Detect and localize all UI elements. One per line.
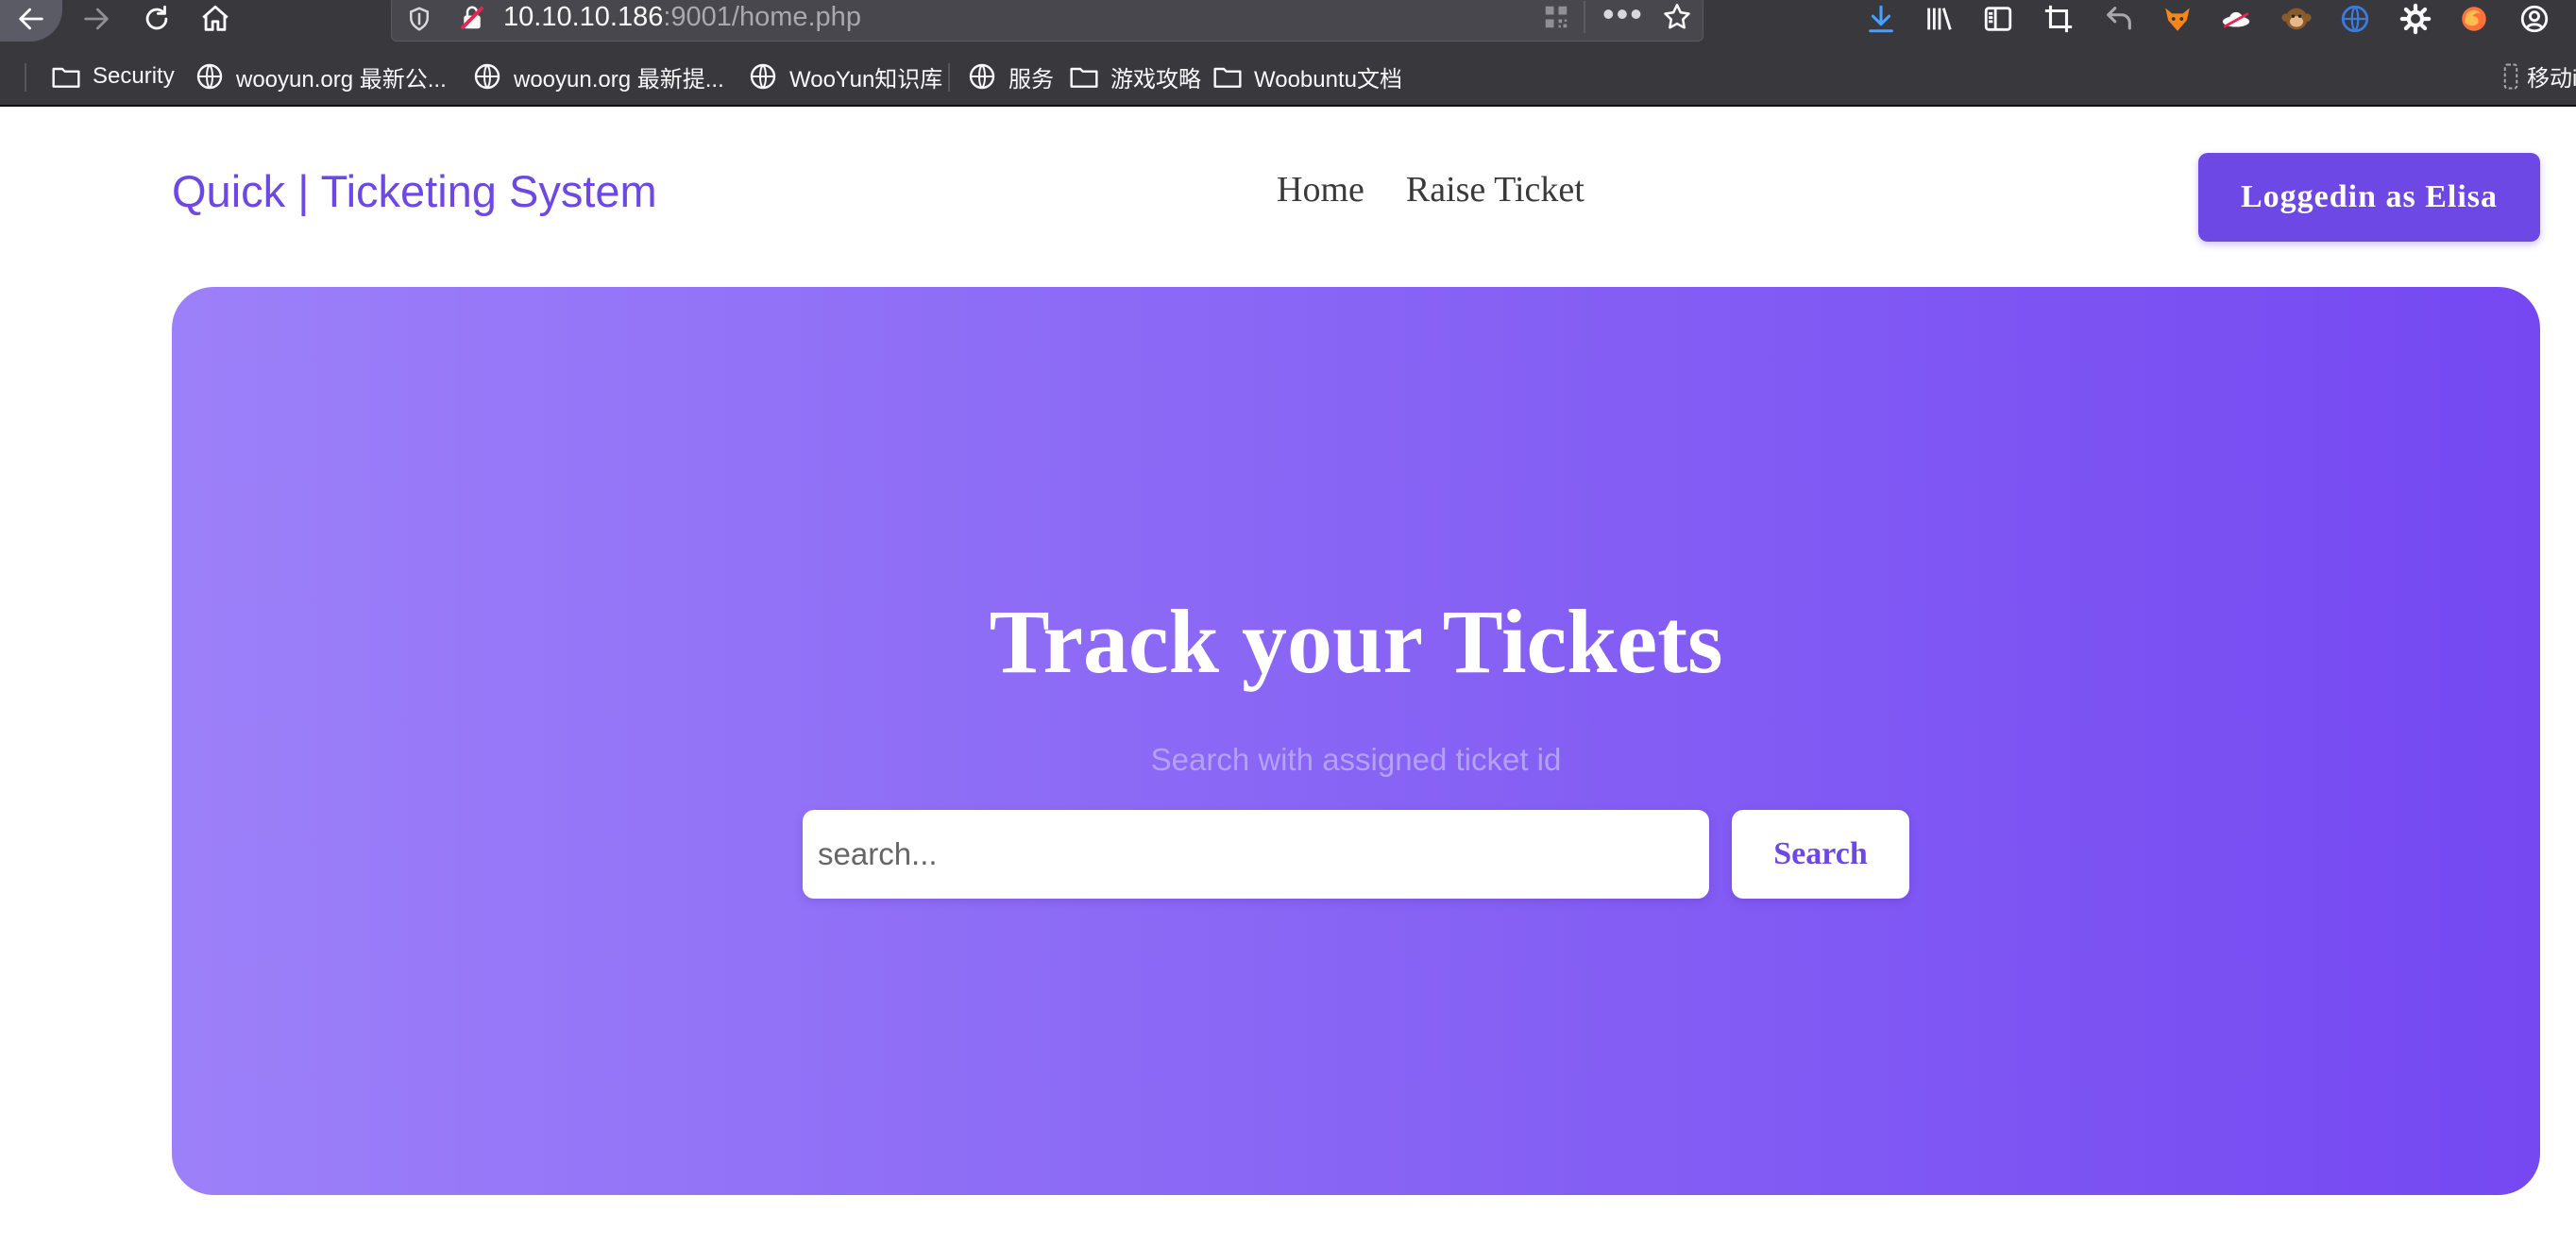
qr-code-icon[interactable] [1542, 3, 1570, 31]
globe-icon [196, 63, 223, 90]
hero-banner: Track your Tickets Search with assigned … [172, 287, 2540, 1195]
home-icon [202, 5, 229, 31]
account-icon[interactable] [2517, 2, 2551, 36]
bookmark-folder-security[interactable]: Security [51, 59, 175, 93]
globe-extension-icon[interactable] [2338, 2, 2372, 36]
ticket-search-input[interactable] [803, 810, 1709, 899]
back-icon [19, 8, 43, 30]
forward-button[interactable] [70, 0, 123, 38]
bookmark-label: wooyun.org 最新公... [236, 66, 447, 93]
sidebar-icon[interactable] [1981, 2, 2015, 36]
firefox-extension-icon[interactable] [2457, 2, 2491, 36]
monkey-extension-icon[interactable] [2279, 2, 2313, 36]
gear-icon[interactable] [2398, 2, 2432, 36]
bookmarks-divider [948, 63, 950, 92]
browser-toolbar: 10.10.10.186:9001/home.php ••• [0, 0, 2576, 46]
bookmark-folder-games[interactable]: 游戏攻略 [1069, 59, 1201, 93]
bookmark-label: 游戏攻略 [1110, 66, 1201, 93]
folder-icon [52, 67, 80, 88]
download-icon[interactable] [1864, 2, 1898, 36]
bookmark-wooyun-kb[interactable]: WooYun知识库 [748, 59, 942, 93]
nav-raise-ticket[interactable]: Raise Ticket [1406, 169, 1585, 210]
reload-button[interactable] [130, 0, 183, 38]
page-content: Quick | Ticketing System Home Raise Tick… [0, 109, 2576, 1246]
folder-icon [1213, 67, 1242, 88]
bookmark-label: WooYun知识库 [789, 66, 943, 93]
hero-subtitle: Search with assigned ticket id [1150, 742, 1562, 777]
undo-icon[interactable] [2102, 2, 2136, 36]
nav-home[interactable]: Home [1277, 169, 1364, 210]
ufo-extension-icon[interactable] [2219, 2, 2253, 36]
bookmark-wooyun-2[interactable]: wooyun.org 最新提... [472, 59, 724, 93]
bookmark-label: wooyun.org 最新提... [514, 66, 724, 93]
url-divider [1584, 1, 1585, 33]
logged-in-user-button[interactable]: Loggedin as Elisa [2198, 153, 2540, 242]
reload-icon [145, 5, 168, 30]
url-path: :9001/home.php [663, 2, 861, 32]
site-brand[interactable]: Quick | Ticketing System [172, 165, 657, 217]
globe-icon [969, 63, 995, 90]
search-button[interactable]: Search [1732, 810, 1909, 899]
globe-icon [750, 63, 776, 90]
bookmark-services[interactable]: 服务 [967, 59, 1054, 93]
fox-extension-icon[interactable] [2161, 2, 2195, 36]
bookmark-star-icon[interactable] [1661, 1, 1693, 33]
bookmark-label: Woobuntu文档 [1254, 66, 1402, 93]
crop-icon[interactable] [2042, 2, 2076, 36]
forward-icon [84, 8, 109, 30]
mobile-bookmarks[interactable]: 移动i [2502, 59, 2576, 93]
bookmark-label: 服务 [1008, 66, 1054, 93]
library-icon[interactable] [1923, 2, 1957, 36]
insecure-lock-icon[interactable] [458, 3, 486, 33]
bookmark-folder-woobuntu[interactable]: Woobuntu文档 [1212, 59, 1402, 93]
url-bar[interactable]: 10.10.10.186:9001/home.php ••• [391, 0, 1703, 42]
bookmarks-toolbar: Security wooyun.org 最新公... wooyun.org 最新… [0, 46, 2576, 107]
shield-icon[interactable] [405, 5, 433, 33]
url-host: 10.10.10.186 [503, 2, 664, 32]
hero-title: Track your Tickets [989, 591, 1723, 692]
url-text[interactable]: 10.10.10.186:9001/home.php [503, 1, 861, 33]
main-nav: Home Raise Ticket [1277, 169, 1585, 210]
bookmark-wooyun-1[interactable]: wooyun.org 最新公... [195, 59, 447, 93]
back-button[interactable] [0, 0, 62, 42]
mobile-bookmarks-label: 移动i [2527, 66, 2576, 92]
more-icon[interactable]: ••• [1602, 0, 1644, 31]
bookmark-label: Security [93, 63, 175, 89]
folder-icon [1070, 67, 1098, 88]
mobile-icon [2503, 63, 2518, 89]
home-button[interactable] [189, 0, 242, 38]
globe-icon [474, 63, 500, 90]
bookmarks-divider [25, 63, 26, 92]
